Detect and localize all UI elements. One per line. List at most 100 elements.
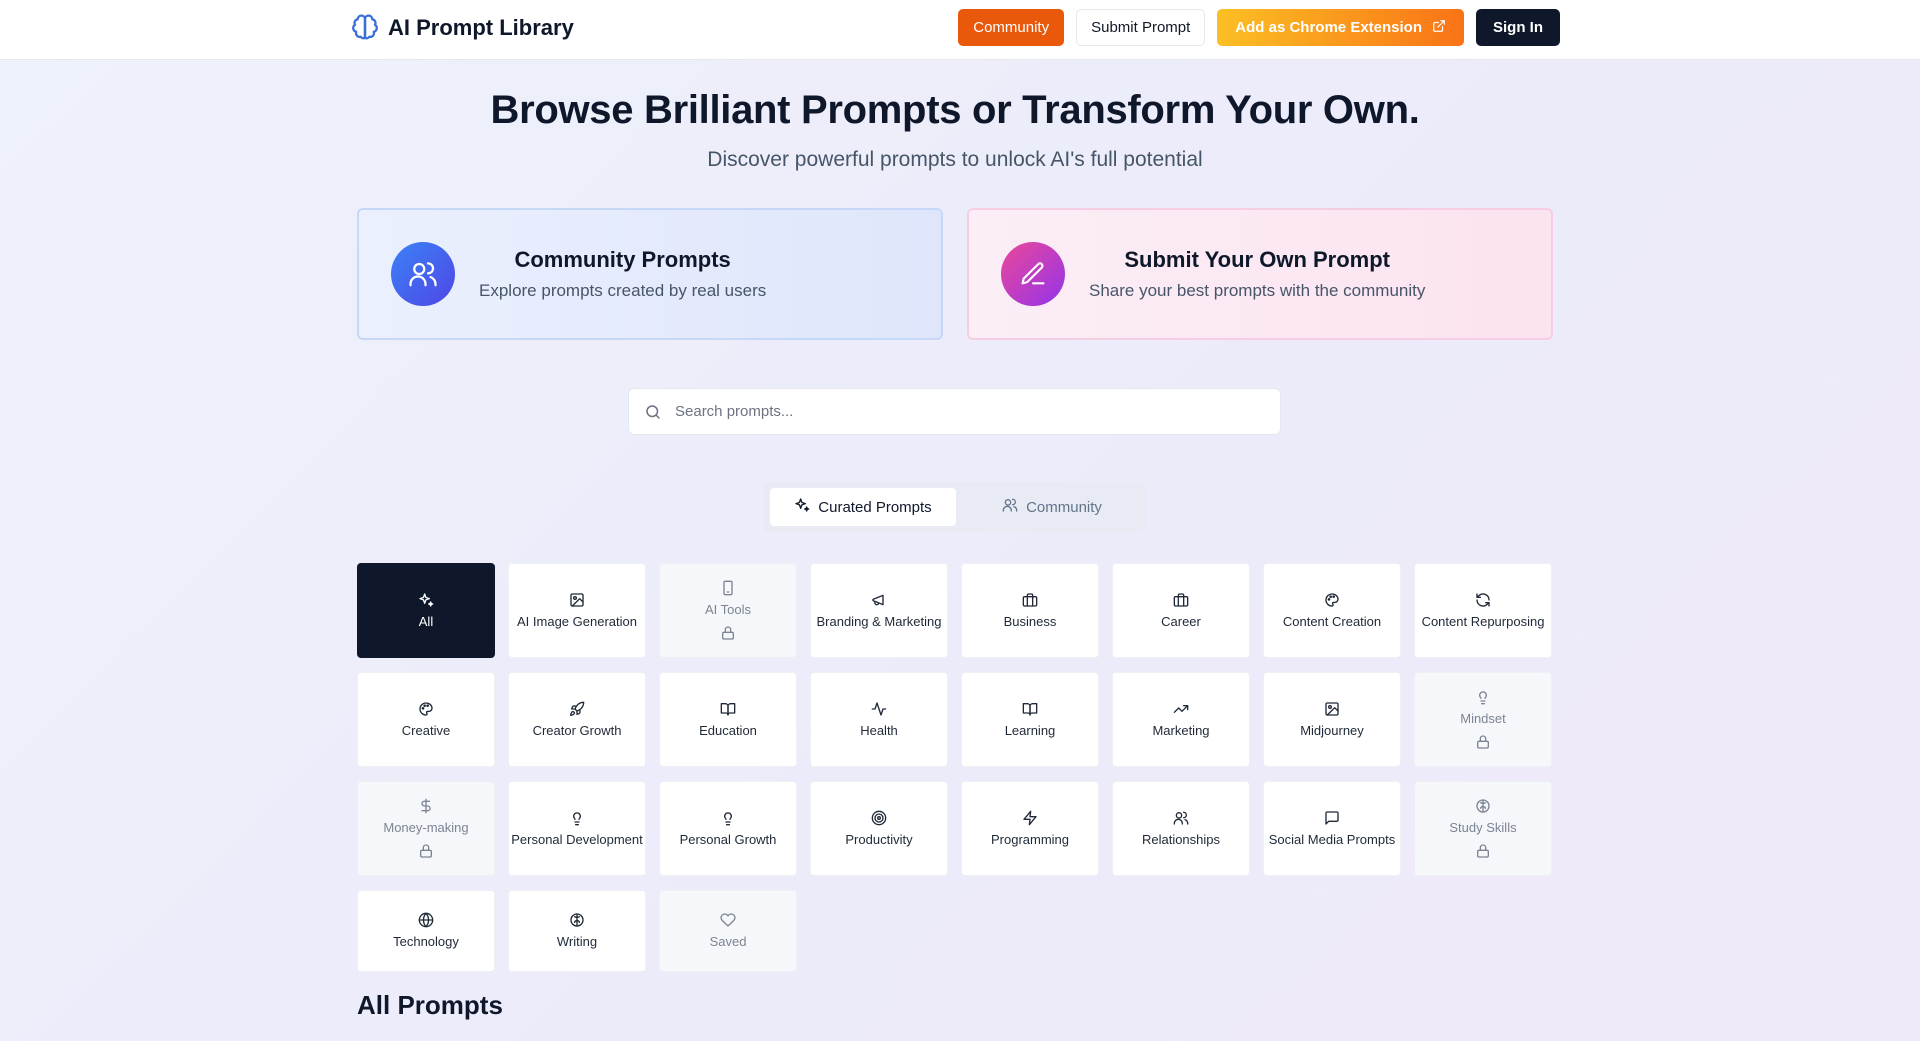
category-programming[interactable]: Programming xyxy=(961,781,1099,876)
dollar-icon xyxy=(418,798,434,814)
prompt-source-tabs: Curated Prompts Community xyxy=(764,482,1146,532)
submit-prompt-desc: Share your best prompts with the communi… xyxy=(1089,281,1426,300)
sign-in-button[interactable]: Sign In xyxy=(1476,9,1560,46)
rocket-icon xyxy=(569,701,585,717)
lightbulb-icon xyxy=(720,810,736,826)
category-marketing[interactable]: Marketing xyxy=(1112,672,1250,767)
category-label: Money-making xyxy=(383,820,469,836)
category-education[interactable]: Education xyxy=(659,672,797,767)
category-label: Learning xyxy=(1004,722,1056,738)
community-nav-button[interactable]: Community xyxy=(958,9,1065,46)
category-label: Relationships xyxy=(1141,831,1221,847)
category-content-creation[interactable]: Content Creation xyxy=(1263,563,1401,658)
nav-actions: Community Submit Prompt Add as Chrome Ex… xyxy=(958,9,1560,46)
category-personal-development[interactable]: Personal Development xyxy=(508,781,646,876)
category-ai-image-generation[interactable]: AI Image Generation xyxy=(508,563,646,658)
category-label: Productivity xyxy=(845,831,913,847)
briefcase-icon xyxy=(1022,592,1038,608)
category-label: Education xyxy=(699,722,757,738)
category-label: Personal Growth xyxy=(679,831,777,847)
search-bar xyxy=(628,388,1281,435)
search-input[interactable] xyxy=(675,403,1255,420)
category-label: Business xyxy=(1003,613,1057,629)
lightbulb-icon xyxy=(569,810,585,826)
category-content-repurposing[interactable]: Content Repurposing xyxy=(1414,563,1552,658)
category-label: Creative xyxy=(401,722,451,738)
community-prompts-desc: Explore prompts created by real users xyxy=(479,281,767,300)
search-icon xyxy=(643,402,663,422)
tab-community[interactable]: Community xyxy=(964,488,1140,526)
briefcase-icon xyxy=(1173,592,1189,608)
category-label: All xyxy=(418,613,434,629)
category-business[interactable]: Business xyxy=(961,563,1099,658)
submit-prompt-card[interactable]: Submit Your Own Prompt Share your best p… xyxy=(967,208,1553,340)
category-label: Technology xyxy=(393,934,459,950)
category-label: Content Repurposing xyxy=(1421,613,1545,629)
category-ai-tools[interactable]: AI Tools xyxy=(659,563,797,658)
category-productivity[interactable]: Productivity xyxy=(810,781,948,876)
category-health[interactable]: Health xyxy=(810,672,948,767)
community-prompts-card[interactable]: Community Prompts Explore prompts create… xyxy=(357,208,943,340)
trending-up-icon xyxy=(1173,701,1189,717)
heart-icon xyxy=(720,912,736,928)
image-icon xyxy=(569,592,585,608)
users-icon xyxy=(391,242,455,306)
category-label: Study Skills xyxy=(1449,820,1517,836)
category-career[interactable]: Career xyxy=(1112,563,1250,658)
brain-icon xyxy=(569,912,585,928)
external-link-icon xyxy=(1432,19,1446,37)
message-icon xyxy=(1324,810,1340,826)
category-money-making[interactable]: Money-making xyxy=(357,781,495,876)
category-label: Health xyxy=(860,722,898,738)
palette-icon xyxy=(418,701,434,717)
brain-logo-icon xyxy=(350,12,380,44)
category-label: Career xyxy=(1161,613,1201,629)
sparkles-icon xyxy=(794,497,810,517)
megaphone-icon xyxy=(871,592,887,608)
submit-prompt-title: Submit Your Own Prompt xyxy=(1124,247,1390,272)
category-branding-marketing[interactable]: Branding & Marketing xyxy=(810,563,948,658)
tab-curated-prompts[interactable]: Curated Prompts xyxy=(770,488,956,526)
category-label: Content Creation xyxy=(1282,613,1382,629)
category-all[interactable]: All xyxy=(357,563,495,658)
globe-icon xyxy=(418,912,434,928)
category-creator-growth[interactable]: Creator Growth xyxy=(508,672,646,767)
category-relationships[interactable]: Relationships xyxy=(1112,781,1250,876)
app-title: AI Prompt Library xyxy=(388,15,574,40)
phone-icon xyxy=(720,580,736,596)
category-label: Mindset xyxy=(1460,711,1506,727)
category-midjourney[interactable]: Midjourney xyxy=(1263,672,1401,767)
book-icon xyxy=(1022,701,1038,717)
top-navbar: AI Prompt Library Community Submit Promp… xyxy=(0,0,1920,60)
palette-icon xyxy=(1324,592,1340,608)
tab-community-label: Community xyxy=(1026,498,1102,516)
category-personal-growth[interactable]: Personal Growth xyxy=(659,781,797,876)
category-label: Branding & Marketing xyxy=(816,613,942,629)
lock-icon xyxy=(1475,843,1491,859)
category-mindset[interactable]: Mindset xyxy=(1414,672,1552,767)
section-title: All Prompts xyxy=(357,990,503,1020)
sparkles-icon xyxy=(418,592,434,608)
category-learning[interactable]: Learning xyxy=(961,672,1099,767)
category-label: Marketing xyxy=(1152,722,1210,738)
category-writing[interactable]: Writing xyxy=(508,890,646,972)
zap-icon xyxy=(1022,810,1038,826)
lock-icon xyxy=(1475,734,1491,750)
image-icon xyxy=(1324,701,1340,717)
category-social-media-prompts[interactable]: Social Media Prompts xyxy=(1263,781,1401,876)
chrome-extension-button[interactable]: Add as Chrome Extension xyxy=(1217,9,1464,46)
lock-icon xyxy=(418,843,434,859)
users-icon xyxy=(1002,497,1018,517)
pencil-icon xyxy=(1001,242,1065,306)
category-saved[interactable]: Saved xyxy=(659,890,797,972)
community-prompts-title: Community Prompts xyxy=(514,247,731,272)
category-technology[interactable]: Technology xyxy=(357,890,495,972)
category-label: Programming xyxy=(990,831,1070,847)
tab-curated-label: Curated Prompts xyxy=(818,498,932,516)
category-study-skills[interactable]: Study Skills xyxy=(1414,781,1552,876)
submit-prompt-button[interactable]: Submit Prompt xyxy=(1076,9,1206,46)
category-label: Personal Development xyxy=(511,831,643,847)
category-creative[interactable]: Creative xyxy=(357,672,495,767)
brand[interactable]: AI Prompt Library xyxy=(350,12,574,44)
category-label: Saved xyxy=(709,934,747,950)
